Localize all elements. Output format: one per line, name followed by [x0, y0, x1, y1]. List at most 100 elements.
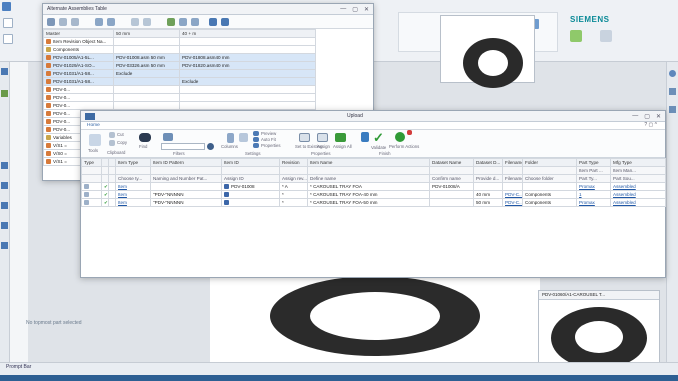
assign-all-icon[interactable] — [335, 133, 346, 142]
assign-label[interactable]: Assign — [317, 144, 330, 149]
alt-table-cell[interactable]: Components — [43, 45, 114, 54]
set-to-existing-icon[interactable] — [299, 133, 310, 142]
preview-viewport[interactable] — [440, 15, 535, 88]
copy-label[interactable]: Copy — [117, 140, 127, 145]
upload-column-header[interactable]: Dataset D... — [473, 158, 503, 167]
tab-home[interactable]: Home — [87, 123, 100, 128]
tools-icon[interactable] — [89, 134, 101, 146]
alt-table-cell[interactable] — [113, 101, 180, 110]
alt-table-cell[interactable]: Item Revision Object Na... — [43, 37, 114, 46]
upload-cell-item-id-pattern[interactable]: "PDV-"NNNNN — [150, 190, 222, 199]
upload-cell-folder[interactable]: Components — [522, 190, 577, 199]
properties-label[interactable]: Properties — [261, 143, 281, 148]
part-type-value[interactable]: 1 — [579, 192, 582, 197]
part-type-value[interactable]: Promax — [579, 200, 595, 205]
upload-table-row[interactable]: ✔ Item PDV-01008 * A * CAROUSEL TRAY FOA PDV-… — [81, 182, 666, 191]
palette-icon[interactable] — [1, 242, 8, 249]
upload-cell-revision[interactable]: * — [279, 190, 308, 199]
tool-icon[interactable] — [59, 18, 67, 26]
alt-column-header[interactable]: 50 mm — [113, 29, 180, 38]
alt-table-cell[interactable] — [113, 85, 180, 94]
grid-icon[interactable] — [239, 133, 248, 142]
alt-table-cell[interactable] — [179, 101, 316, 110]
tool-icon[interactable] — [179, 18, 187, 26]
upload-cell-part-type[interactable]: Promax — [576, 198, 611, 207]
history-icon[interactable] — [1, 182, 8, 189]
alt-table-cell[interactable] — [113, 77, 180, 86]
tool-icon[interactable] — [191, 18, 199, 26]
close-button[interactable]: ✕ — [656, 113, 661, 120]
upload-cell-item-name[interactable]: * CAROUSEL TRAY FOA — [307, 182, 430, 191]
find-label[interactable]: Find — [139, 144, 147, 149]
upload-cell-revision[interactable]: * — [279, 198, 308, 207]
prompt-bar-tab[interactable]: Prompt Bar — [6, 364, 31, 370]
tool-icon[interactable] — [107, 18, 115, 26]
alt-table-cell[interactable] — [113, 93, 180, 102]
assign-icon[interactable] — [317, 133, 328, 142]
upload-cell-mfg-type[interactable]: Assembled — [610, 182, 666, 191]
minimize-button[interactable]: — — [632, 113, 638, 120]
auto-fit-icon[interactable] — [253, 137, 259, 142]
alt-table-cell[interactable]: PDV-01005/A1-5L... — [43, 53, 114, 62]
alt-table-cell[interactable]: PDV-01808.asm40 mm — [179, 53, 316, 62]
item-type-value[interactable]: Item — [118, 200, 127, 205]
assembly-navigator-icon[interactable] — [1, 68, 8, 75]
upload-column-header[interactable] — [101, 158, 109, 167]
web-browser-icon[interactable] — [1, 222, 8, 229]
upload-cell-folder[interactable] — [522, 182, 577, 191]
close-button[interactable]: ✕ — [364, 6, 369, 13]
tool-icon[interactable] — [131, 18, 139, 26]
assign-all-label[interactable]: Assign All — [333, 144, 352, 149]
alt-table-cell[interactable]: PDV-01031/A1-58... — [43, 69, 114, 78]
alt-table-cell[interactable]: PDV-01031/A1-58... — [43, 77, 114, 86]
tool-icon[interactable] — [143, 18, 151, 26]
upload-column-header[interactable]: Type — [81, 158, 102, 167]
alt-table-row[interactable]: PDV-01031/A1-58... Exclude — [43, 77, 316, 86]
maximize-button[interactable]: ▢ — [644, 113, 650, 120]
alt-table-cell[interactable]: PDV-0... — [43, 85, 114, 94]
validate-label[interactable]: Validate — [371, 145, 386, 150]
upload-cell-dataset-name[interactable]: PDV-01008/A — [429, 182, 474, 191]
upload-cell-part-type[interactable]: Promax — [576, 182, 611, 191]
alt-table-cell[interactable]: PDV-0... — [43, 101, 114, 110]
alt-table-row[interactable]: PDV-01031/A1-58... Exclude — [43, 69, 316, 78]
mfg-type-value[interactable]: Assembled — [613, 192, 636, 197]
upload-column-header[interactable]: Item ID — [221, 158, 280, 167]
upload-cell-filename[interactable] — [502, 182, 523, 191]
nx-ribbon-button[interactable] — [3, 18, 13, 28]
nx-app-icon[interactable] — [2, 2, 11, 11]
upload-table-row[interactable]: ✔ Item "PDV-"NNNNN * * CAROUSEL TRAY FOA-50 … — [81, 198, 666, 207]
alt-table-row[interactable]: Components — [43, 45, 316, 54]
upload-cell-part-type[interactable]: 1 — [576, 190, 611, 199]
roles-icon[interactable] — [1, 162, 8, 169]
alt-table-row[interactable]: PDV-01005/A1-5L... PDV-01008.asm 50 mm PDV… — [43, 53, 316, 62]
properties-icon[interactable] — [253, 143, 259, 148]
settings-icon[interactable] — [669, 88, 676, 95]
upload-cell-mfg-type[interactable]: Assembled — [610, 190, 666, 199]
binoculars-icon[interactable] — [139, 133, 151, 142]
alt-column-header[interactable]: 40 + m — [179, 29, 316, 38]
upload-cell-status-icon[interactable]: ✔ — [101, 190, 109, 199]
alt-table-cell[interactable] — [179, 85, 316, 94]
upload-cell-mfg-type[interactable]: Assembled — [610, 198, 666, 207]
mfg-type-value[interactable]: Assembled — [613, 184, 636, 189]
upload-column-header[interactable]: Item Name — [307, 158, 430, 167]
item-type-value[interactable]: Item — [118, 184, 127, 189]
upload-column-header[interactable]: Revision — [279, 158, 308, 167]
upload-titlebar[interactable]: Upload — ▢ ✕ — [81, 111, 665, 122]
upload-cell-item-type[interactable]: Item — [115, 198, 151, 207]
upload-column-header[interactable] — [108, 158, 116, 167]
columns-icon[interactable] — [227, 133, 234, 143]
alt-table-cell[interactable] — [113, 45, 180, 54]
alt-table-row[interactable]: PDV-0... — [43, 101, 316, 110]
maximize-button[interactable]: ▢ — [352, 6, 358, 13]
upload-cell-item-id-pattern[interactable] — [150, 182, 222, 191]
model-preview-window[interactable]: PDV-01060/A1-CAROUSEL T... — [538, 290, 660, 372]
perform-actions-label[interactable]: Perform Actions — [389, 144, 419, 149]
upload-cell-item-id[interactable]: PDV-01008 — [221, 182, 280, 191]
window-icon[interactable] — [600, 30, 612, 42]
alt-table-cell[interactable]: PDV-01029/A1-SO... — [43, 61, 114, 70]
tool-icon[interactable] — [221, 18, 229, 26]
upload-cell-blank[interactable] — [108, 190, 116, 199]
style-icon[interactable] — [570, 30, 582, 42]
